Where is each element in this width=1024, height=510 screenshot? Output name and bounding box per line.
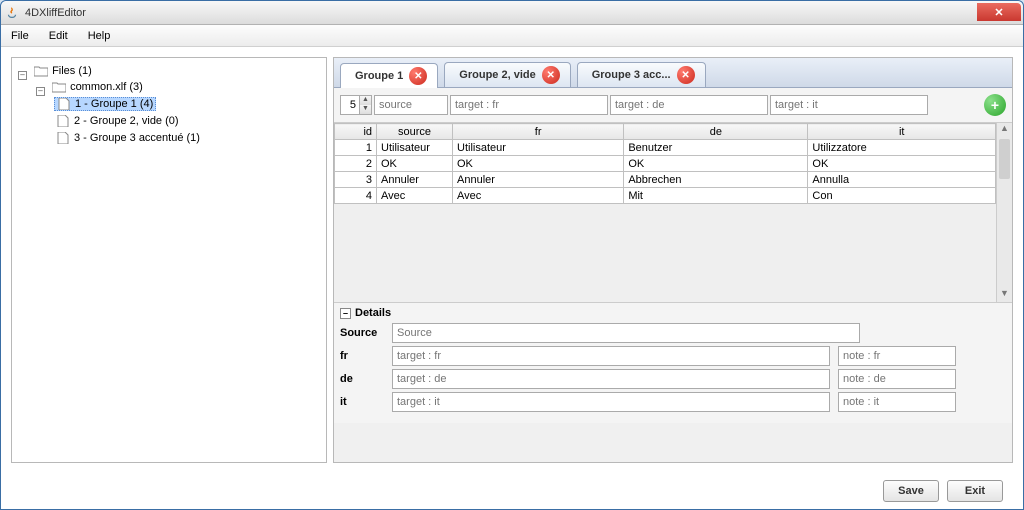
translation-table[interactable]: id source fr de it 1 Utilisateur Utilisa… xyxy=(334,123,996,204)
file-icon xyxy=(56,132,70,144)
window-title: 4DXliffEditor xyxy=(25,7,86,19)
label-source: Source xyxy=(340,327,384,339)
id-spinner[interactable]: ▲ ▼ xyxy=(340,95,372,115)
label-de: de xyxy=(340,373,384,385)
scroll-down-icon[interactable]: ▼ xyxy=(997,288,1012,302)
add-button[interactable]: + xyxy=(984,94,1006,116)
col-fr[interactable]: fr xyxy=(453,124,624,140)
tab-groupe2[interactable]: Groupe 2, vide ✕ xyxy=(444,62,570,87)
app-window: 4DXliffEditor ✕ File Edit Help – Files (… xyxy=(0,0,1024,510)
menu-help[interactable]: Help xyxy=(82,28,117,44)
new-de-input[interactable] xyxy=(610,95,768,115)
tree-file[interactable]: common.xlf (3) xyxy=(50,81,145,93)
folder-icon xyxy=(34,65,48,77)
java-icon xyxy=(5,6,19,20)
details-header: – Details xyxy=(340,307,1006,319)
close-icon[interactable]: ✕ xyxy=(677,66,695,84)
tree-item-groupe3[interactable]: 3 - Groupe 3 accentué (1) xyxy=(54,132,202,144)
file-icon xyxy=(57,98,71,110)
tab-groupe1[interactable]: Groupe 1 ✕ xyxy=(340,63,438,88)
save-button[interactable]: Save xyxy=(883,480,939,502)
detail-it-note-input[interactable] xyxy=(838,392,956,412)
col-de[interactable]: de xyxy=(624,124,808,140)
vertical-scrollbar[interactable]: ▲ ▼ xyxy=(996,123,1012,302)
table-row[interactable]: 3 Annuler Annuler Abbrechen Annulla xyxy=(335,172,996,188)
scroll-up-icon[interactable]: ▲ xyxy=(997,123,1012,137)
collapse-toggle[interactable]: – xyxy=(340,308,351,319)
detail-de-target-input[interactable] xyxy=(392,369,830,389)
new-it-input[interactable] xyxy=(770,95,928,115)
table-row[interactable]: 4 Avec Avec Mit Con xyxy=(335,188,996,204)
detail-fr-target-input[interactable] xyxy=(392,346,830,366)
table-row[interactable]: 1 Utilisateur Utilisateur Benutzer Utili… xyxy=(335,140,996,156)
exit-button[interactable]: Exit xyxy=(947,480,1003,502)
menubar: File Edit Help xyxy=(1,25,1023,47)
col-source[interactable]: source xyxy=(377,124,453,140)
file-tree: – Files (1) – common.xlf (3) xyxy=(16,64,322,150)
col-it[interactable]: it xyxy=(808,124,996,140)
grid-area: id source fr de it 1 Utilisateur Utilisa… xyxy=(334,122,1012,302)
label-fr: fr xyxy=(340,350,384,362)
label-it: it xyxy=(340,396,384,408)
close-icon[interactable]: ✕ xyxy=(542,66,560,84)
right-panel: Groupe 1 ✕ Groupe 2, vide ✕ Groupe 3 acc… xyxy=(333,57,1013,463)
folder-icon xyxy=(52,81,66,93)
detail-source-input[interactable] xyxy=(392,323,860,343)
close-icon[interactable]: ✕ xyxy=(409,67,427,85)
spinner-down-icon[interactable]: ▼ xyxy=(359,105,371,114)
detail-de-note-input[interactable] xyxy=(838,369,956,389)
menu-edit[interactable]: Edit xyxy=(43,28,74,44)
new-source-input[interactable] xyxy=(374,95,448,115)
col-id[interactable]: id xyxy=(335,124,377,140)
tree-toggle[interactable]: – xyxy=(18,71,27,80)
titlebar: 4DXliffEditor ✕ xyxy=(1,1,1023,25)
tree-toggle[interactable]: – xyxy=(36,87,45,96)
footer: Save Exit xyxy=(1,473,1023,509)
spinner-up-icon[interactable]: ▲ xyxy=(359,96,371,105)
tab-groupe3[interactable]: Groupe 3 acc... ✕ xyxy=(577,62,706,87)
tree-panel: – Files (1) – common.xlf (3) xyxy=(11,57,327,463)
content-area: – Files (1) – common.xlf (3) xyxy=(1,47,1023,473)
detail-fr-note-input[interactable] xyxy=(838,346,956,366)
menu-file[interactable]: File xyxy=(5,28,35,44)
new-fr-input[interactable] xyxy=(450,95,608,115)
scroll-thumb[interactable] xyxy=(999,139,1010,179)
file-icon xyxy=(56,115,70,127)
tree-item-groupe2[interactable]: 2 - Groupe 2, vide (0) xyxy=(54,115,181,127)
detail-it-target-input[interactable] xyxy=(392,392,830,412)
tree-item-groupe1[interactable]: 1 - Groupe 1 (4) xyxy=(54,97,156,111)
id-spinner-input[interactable] xyxy=(341,96,359,114)
new-entry-row: ▲ ▼ + xyxy=(334,88,1012,122)
details-panel: – Details Source fr de xyxy=(334,302,1012,423)
tree-root[interactable]: Files (1) xyxy=(32,65,94,77)
window-close-button[interactable]: ✕ xyxy=(977,3,1021,21)
tab-bar: Groupe 1 ✕ Groupe 2, vide ✕ Groupe 3 acc… xyxy=(334,58,1012,88)
table-row[interactable]: 2 OK OK OK OK xyxy=(335,156,996,172)
